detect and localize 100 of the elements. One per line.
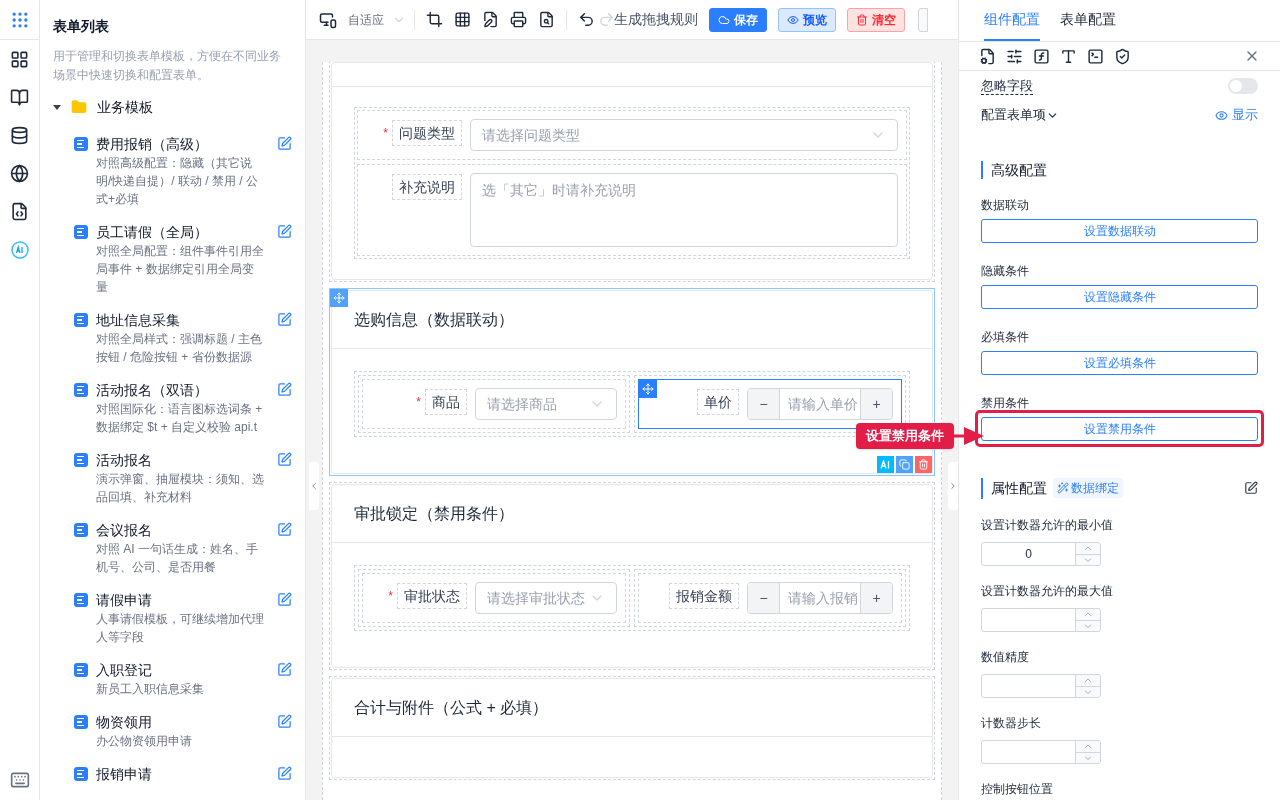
edit-icon[interactable] <box>277 382 292 397</box>
panel-tab[interactable]: 表单配置 <box>1060 0 1116 41</box>
grid-icon[interactable] <box>10 50 29 69</box>
book-icon[interactable] <box>10 88 29 107</box>
required-mark: * <box>383 125 388 142</box>
form-section[interactable]: 审批锁定（禁用条件） * 审批状态 请选择审批状态 报销金额 − 请输入报销 + <box>329 482 935 670</box>
sliders-icon[interactable] <box>1006 47 1023 65</box>
number-field[interactable]: − 请输入报销 + <box>747 582 893 614</box>
shield-icon[interactable] <box>1114 47 1131 65</box>
template-title[interactable]: 入职登记 <box>96 660 269 680</box>
decrement-button[interactable]: − <box>748 389 780 419</box>
ai-icon[interactable] <box>9 240 30 260</box>
edit-icon[interactable] <box>277 312 292 327</box>
config-label: 禁用条件 <box>981 394 1030 412</box>
template-title[interactable]: 物资领用 <box>96 712 269 732</box>
print-icon[interactable] <box>510 11 527 28</box>
copy-button[interactable] <box>896 456 913 473</box>
config-button[interactable]: 设置数据联动 <box>981 219 1258 243</box>
database-icon[interactable] <box>10 126 29 145</box>
sidebar-description: 用于管理和切换表单模板，方便在不同业务场景中快速切换和配置表单。 <box>53 48 282 84</box>
config-button[interactable]: 设置隐藏条件 <box>981 285 1258 309</box>
edit-icon[interactable] <box>277 766 292 781</box>
device-select[interactable]: 自适应 <box>348 9 415 30</box>
template-description: 对照 AI 一句话生成：姓名、手机号、公司、是否用餐 <box>96 541 259 576</box>
file-search-icon[interactable] <box>538 11 555 28</box>
template-title[interactable]: 活动报名（双语） <box>96 380 269 400</box>
template-title[interactable]: 请假申请 <box>96 590 269 610</box>
field-label: 报销金额 <box>669 583 739 609</box>
template-title[interactable]: 费用报销（高级） <box>96 134 269 154</box>
field-item[interactable]: * 商品 请选择商品 <box>362 379 626 429</box>
increment-button[interactable]: + <box>860 583 892 613</box>
template-title[interactable]: 会议报名 <box>96 520 269 540</box>
function-icon[interactable] <box>1033 47 1050 65</box>
form-icon <box>74 593 88 607</box>
collapse-right-icon[interactable] <box>948 481 958 491</box>
keyboard-icon[interactable] <box>9 770 30 790</box>
crop-icon[interactable] <box>426 11 443 28</box>
edit-icon[interactable] <box>277 592 292 607</box>
edit-icon[interactable] <box>1244 481 1258 495</box>
edit-icon[interactable] <box>277 452 292 467</box>
ignore-field-label: 忽略字段 <box>981 77 1033 95</box>
folder-row[interactable]: 业务模板 <box>53 97 292 117</box>
toolbar-button[interactable]: 预览 <box>778 7 836 32</box>
field-label: 商品 <box>425 389 467 415</box>
panel-tab[interactable]: 组件配置 <box>984 0 1040 41</box>
field-item[interactable]: 报销金额 − 请输入报销 + <box>638 573 902 623</box>
template-title[interactable]: 员工请假（全局） <box>96 222 269 242</box>
form-section[interactable]: 合计与附件（公式 + 必填） <box>329 676 935 780</box>
required-mark: * <box>388 588 393 605</box>
undo-icon[interactable] <box>578 11 595 28</box>
field-label: 补充说明 <box>392 174 462 200</box>
field-label: 问题类型 <box>392 120 462 146</box>
device-icon[interactable] <box>319 10 337 29</box>
move-icon <box>642 383 654 395</box>
ai-button[interactable] <box>877 456 894 473</box>
grid-icon[interactable] <box>454 11 471 28</box>
template-title[interactable]: 活动报名 <box>96 450 269 470</box>
edit-icon[interactable] <box>277 714 292 729</box>
form-settings-icon[interactable] <box>979 47 996 65</box>
form-icon <box>74 137 88 151</box>
wand-icon <box>1057 482 1069 494</box>
template-description: 对照全局配置：组件事件引用全局事件 + 数据绑定引用全局变量 <box>96 243 265 296</box>
form-icon <box>74 313 88 327</box>
form-icon <box>74 663 88 677</box>
edit-icon[interactable] <box>277 662 292 677</box>
globe-icon[interactable] <box>10 164 29 183</box>
field-item[interactable]: 单价 − 请输入单价 + <box>638 379 902 429</box>
collapse-left-icon[interactable] <box>309 481 319 491</box>
file-edit-icon[interactable] <box>482 11 499 28</box>
decrement-button[interactable]: − <box>748 583 780 613</box>
toggle-switch[interactable] <box>1228 78 1258 94</box>
code-icon[interactable] <box>10 202 29 221</box>
data-binding-tag[interactable]: 数据绑定 <box>1053 478 1123 498</box>
template-title[interactable]: 报销申请 <box>96 764 269 784</box>
move-handle[interactable] <box>330 289 348 307</box>
property-label: 设置计数器允许的最大值 <box>981 583 1114 600</box>
terminal-icon[interactable] <box>1087 47 1104 65</box>
move-handle[interactable] <box>639 380 657 398</box>
edit-icon[interactable] <box>277 522 292 537</box>
form-item-dropdown[interactable]: 配置表单项 <box>981 105 1059 125</box>
field-item[interactable]: * 问题类型 请选择问题类型 <box>357 110 907 160</box>
text-style-icon[interactable] <box>1060 47 1077 65</box>
form-section[interactable]: * 问题类型 请选择问题类型 补充说明 选「其它」时请补充说明 <box>329 62 935 282</box>
edit-icon[interactable] <box>277 136 292 151</box>
number-field[interactable]: − 请输入单价 + <box>747 388 893 420</box>
delete-button[interactable] <box>915 456 932 473</box>
generate-rule-button[interactable]: 生成拖拽规则 <box>614 9 698 30</box>
template-title[interactable]: 地址信息采集 <box>96 310 269 330</box>
template-description: 演示弹窗、抽屉模块：须知、选品回填、补充材料 <box>96 471 265 506</box>
config-button[interactable]: 设置禁用条件 <box>981 417 1258 441</box>
property-label: 设置计数器允许的最小值 <box>981 517 1114 534</box>
config-button[interactable]: 设置必填条件 <box>981 351 1258 375</box>
folder-icon <box>71 99 87 115</box>
cloud-icon <box>718 13 730 26</box>
field-item[interactable]: * 审批状态 请选择审批状态 <box>362 573 626 623</box>
edit-icon[interactable] <box>277 224 292 239</box>
visibility-toggle[interactable]: 显示 <box>1215 105 1258 125</box>
field-item[interactable]: 补充说明 选「其它」时请补充说明 <box>357 164 907 256</box>
increment-button[interactable]: + <box>860 389 892 419</box>
toolbar-button[interactable]: 保存 <box>709 7 767 32</box>
